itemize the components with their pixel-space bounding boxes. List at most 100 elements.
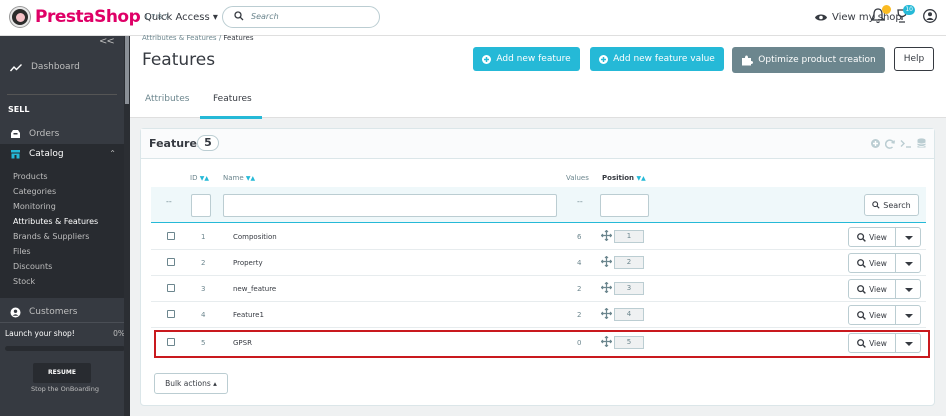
quick-access-dropdown[interactable]: Quick Access ▾ (144, 12, 218, 23)
row-checkbox[interactable] (167, 258, 175, 266)
column-header-id[interactable]: ID ▼▲ (190, 174, 209, 182)
button-label: View (869, 310, 887, 320)
table-row[interactable]: 4 Feature1 2 4 View (151, 302, 926, 328)
cell-name[interactable]: Feature1 (233, 311, 264, 319)
terminal-icon[interactable] (900, 139, 912, 148)
tab-attributes[interactable]: Attributes (145, 94, 189, 104)
cell-values: 0 (577, 339, 582, 347)
tab-features[interactable]: Features (213, 94, 252, 104)
button-label: View (869, 258, 887, 268)
sidebar-item-dashboard[interactable]: Dashboard (0, 54, 118, 80)
cell-name[interactable]: GPSR (233, 339, 252, 347)
sidebar-section-sell: SELL (8, 105, 30, 114)
row-actions-dropdown[interactable] (895, 333, 921, 353)
table-row[interactable]: 3 new_feature 2 3 View (151, 276, 926, 302)
drag-handle-icon[interactable] (601, 282, 612, 293)
page-header: Attributes & Features / Features Feature… (130, 34, 946, 119)
filter-id-input[interactable] (191, 194, 211, 217)
view-button[interactable]: View (848, 227, 896, 247)
panel-header: Features 5 (141, 129, 934, 159)
optimize-product-creation-button[interactable]: Optimize product creation (732, 47, 885, 73)
view-my-shop-link[interactable]: View my shop (815, 12, 902, 23)
inbox-icon (11, 130, 20, 138)
cell-name[interactable]: new_feature (233, 285, 276, 293)
cell-values: 2 (577, 311, 582, 319)
table-row[interactable]: 2 Property 4 2 View (151, 250, 926, 276)
view-button[interactable]: View (848, 333, 896, 353)
database-icon[interactable] (917, 138, 926, 149)
bulk-actions-button[interactable]: Bulk actions ▴ (154, 373, 228, 394)
row-actions-dropdown[interactable] (895, 227, 921, 247)
scrollbar-thumb[interactable] (125, 36, 129, 104)
filter-position-input[interactable] (600, 194, 649, 217)
cell-id: 1 (201, 233, 206, 241)
table-row[interactable]: 1 Composition 6 1 View (151, 224, 926, 250)
add-new-feature-button[interactable]: Add new feature (473, 47, 580, 71)
button-label: Add new feature value (613, 54, 715, 64)
sort-icon[interactable]: ▼▲ (200, 175, 209, 182)
submenu-item-stock[interactable]: Stock (13, 277, 35, 286)
button-label: Optimize product creation (758, 55, 876, 65)
drag-handle-icon[interactable] (601, 308, 612, 319)
sidebar-item-customers[interactable]: Customers (0, 304, 118, 320)
help-button[interactable]: Help (894, 47, 934, 71)
store-icon (11, 150, 20, 159)
submenu-item-products[interactable]: Products (13, 172, 48, 181)
view-button[interactable]: View (848, 305, 896, 325)
cell-name[interactable]: Property (233, 259, 263, 267)
add-icon[interactable] (871, 139, 880, 148)
header-search-input[interactable]: Search (222, 6, 380, 28)
drag-handle-icon[interactable] (601, 256, 612, 267)
filter-name-input[interactable] (223, 194, 557, 217)
search-icon (872, 201, 880, 209)
add-new-feature-value-button[interactable]: Add new feature value (590, 47, 724, 71)
cell-id: 4 (201, 311, 206, 319)
row-checkbox[interactable] (167, 338, 175, 346)
filter-placeholder: -- (577, 197, 583, 206)
row-actions-dropdown[interactable] (895, 253, 921, 273)
row-checkbox[interactable] (167, 232, 175, 240)
zoom-in-icon (857, 338, 866, 348)
refresh-icon[interactable] (885, 138, 895, 149)
row-checkbox[interactable] (167, 310, 175, 318)
sort-icon[interactable]: ▼▲ (636, 175, 645, 182)
drag-handle-icon[interactable] (601, 336, 612, 347)
submenu-item-monitoring[interactable]: Monitoring (13, 202, 56, 211)
row-checkbox[interactable] (167, 284, 175, 292)
sort-icon[interactable]: ▼▲ (246, 175, 255, 182)
column-header-name[interactable]: Name ▼▲ (223, 174, 255, 182)
table-row[interactable]: 5 GPSR 0 5 View (151, 330, 926, 356)
cell-values: 4 (577, 259, 582, 267)
breadcrumb-parent[interactable]: Attributes & Features (142, 34, 217, 42)
sidebar-item-orders[interactable]: Orders (0, 126, 118, 142)
orders-notification-button[interactable] (870, 5, 891, 27)
view-my-shop-label: View my shop (832, 12, 902, 23)
search-button[interactable]: Search (864, 194, 919, 216)
cell-name[interactable]: Composition (233, 233, 277, 241)
customers-notification-button[interactable]: 10 (895, 5, 915, 27)
submenu-item-files[interactable]: Files (13, 247, 31, 256)
submenu-item-discounts[interactable]: Discounts (13, 262, 52, 271)
submenu-item-attributes-features[interactable]: Attributes & Features (13, 217, 98, 226)
button-label: View (869, 232, 887, 242)
drag-handle-icon[interactable] (601, 230, 612, 241)
submenu-item-categories[interactable]: Categories (13, 187, 56, 196)
row-actions-dropdown[interactable] (895, 305, 921, 325)
cell-id: 3 (201, 285, 206, 293)
profile-button[interactable] (923, 9, 937, 26)
column-header-values: Values (566, 174, 589, 182)
zoom-in-icon (857, 284, 866, 294)
row-actions-dropdown[interactable] (895, 279, 921, 299)
resume-button[interactable]: RESUME (33, 363, 91, 383)
sidebar-item-catalog[interactable]: Catalog ⌃ (0, 144, 124, 164)
cell-position: 2 (614, 256, 644, 269)
view-button[interactable]: View (848, 279, 896, 299)
active-tab-indicator (200, 116, 262, 119)
stop-onboarding-link[interactable]: Stop the OnBoarding (0, 385, 130, 393)
view-button[interactable]: View (848, 253, 896, 273)
column-header-position[interactable]: Position ▼▲ (602, 174, 646, 182)
collapse-sidebar-button[interactable]: << (99, 36, 115, 47)
sidebar-divider (7, 94, 117, 95)
submenu-item-brands-suppliers[interactable]: Brands & Suppliers (13, 232, 89, 241)
panel-title: Features (149, 137, 204, 150)
